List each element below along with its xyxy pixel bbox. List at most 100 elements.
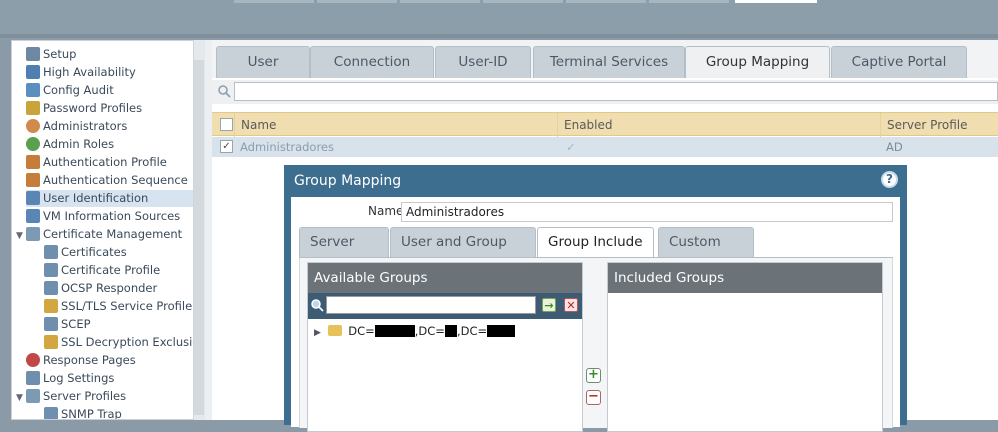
available-groups-search-input[interactable] bbox=[326, 296, 536, 314]
sidebar-item-certificates[interactable]: Certificates bbox=[44, 244, 127, 261]
chevron-right-icon[interactable]: ▶ bbox=[314, 328, 321, 338]
id-card-icon bbox=[26, 191, 40, 205]
tab-terminal-services-agents[interactable]: Terminal Services Agents bbox=[533, 46, 685, 100]
sidebar-item-authentication-sequence[interactable]: Authentication Sequence bbox=[26, 172, 188, 189]
sidebar-item-admin-roles[interactable]: Admin Roles bbox=[26, 136, 114, 153]
select-all-checkbox[interactable] bbox=[220, 118, 233, 131]
group-include-panel: Available Groups → ✕ ▶ DC= ,DC= ,DC= + −… bbox=[299, 258, 893, 432]
table-header: Name Enabled Server Profile bbox=[212, 112, 998, 137]
redacted-block bbox=[444, 325, 457, 337]
redacted-block bbox=[374, 325, 415, 337]
available-groups-header: Available Groups bbox=[308, 263, 582, 293]
snmp-icon bbox=[44, 407, 58, 419]
tab-connection-security[interactable]: Connection Security bbox=[310, 46, 434, 100]
column-header-server-profile[interactable]: Server Profile bbox=[880, 113, 998, 137]
name-input[interactable]: Administradores bbox=[401, 202, 893, 222]
row-name[interactable]: Administradores bbox=[234, 137, 334, 157]
top-nav-tab-active[interactable] bbox=[735, 0, 817, 3]
filter-row bbox=[212, 80, 998, 104]
audit-icon bbox=[26, 83, 40, 97]
search-icon bbox=[218, 85, 231, 98]
row-server-profile: AD bbox=[886, 140, 903, 154]
users-sequence-icon bbox=[26, 173, 40, 187]
chevron-down-icon[interactable]: ▼ bbox=[16, 390, 26, 407]
top-nav-tab[interactable] bbox=[483, 0, 563, 3]
tab-bar: User Mapping Connection Security User-ID… bbox=[212, 40, 998, 100]
tab-user-and-group-attributes[interactable]: User and Group Attributes bbox=[390, 227, 536, 278]
tab-group-mapping-settings[interactable]: Group Mapping Settings bbox=[685, 46, 830, 100]
remove-group-button[interactable]: − bbox=[586, 390, 601, 405]
table-row[interactable]: ✓ Administradores ✓ AD bbox=[212, 137, 998, 157]
tab-group-include-list[interactable]: Group Include List bbox=[537, 227, 654, 278]
available-groups-panel: Available Groups → ✕ ▶ DC= ,DC= ,DC= bbox=[307, 262, 583, 432]
sidebar-item-config-audit[interactable]: Config Audit bbox=[26, 82, 114, 99]
key-list-icon bbox=[26, 101, 40, 115]
monitor-icon bbox=[26, 209, 40, 223]
sidebar-item-setup[interactable]: Setup bbox=[26, 46, 76, 63]
sidebar-item-ocsp-responder[interactable]: OCSP Responder bbox=[44, 280, 157, 297]
sidebar-item-snmp-trap[interactable]: SNMP Trap bbox=[44, 406, 122, 419]
add-group-button[interactable]: + bbox=[586, 368, 601, 383]
sidebar-item-high-availability[interactable]: High Availability bbox=[26, 64, 136, 81]
lock-icon bbox=[44, 299, 58, 313]
sidebar-item-authentication-profile[interactable]: Authentication Profile bbox=[26, 154, 167, 171]
pane-splitter[interactable] bbox=[205, 40, 212, 420]
top-nav-tab[interactable] bbox=[566, 0, 646, 3]
row-enabled-check: ✓ bbox=[566, 140, 576, 154]
lock-icon bbox=[44, 335, 58, 349]
row-checkbox[interactable]: ✓ bbox=[220, 140, 233, 153]
users-icon bbox=[26, 155, 40, 169]
tab-captive-portal-settings[interactable]: Captive Portal Settings bbox=[831, 46, 967, 100]
tab-user-id-agents[interactable]: User-ID Agents bbox=[435, 46, 531, 100]
certificate-icon bbox=[44, 245, 58, 259]
name-label: Name bbox=[368, 204, 404, 218]
sidebar-item-certificate-management[interactable]: ▼ Certificate Management bbox=[16, 226, 182, 243]
tab-custom-group[interactable]: Custom Group bbox=[658, 227, 754, 278]
filter-input[interactable] bbox=[234, 82, 998, 101]
top-nav-tab[interactable] bbox=[317, 0, 397, 3]
sidebar: Setup High Availability Config Audit Pas… bbox=[11, 40, 205, 420]
user-check-icon bbox=[26, 137, 40, 151]
included-groups-panel: Included Groups bbox=[607, 262, 883, 432]
sidebar-item-user-identification[interactable]: User Identification bbox=[26, 190, 205, 207]
redacted-block bbox=[487, 325, 516, 337]
sidebar-item-scep[interactable]: SCEP bbox=[44, 316, 91, 333]
top-nav-tab[interactable] bbox=[234, 0, 314, 3]
dialog-body: Name Administradores Server Profile User… bbox=[291, 197, 900, 432]
tab-user-mapping[interactable]: User Mapping bbox=[216, 46, 310, 100]
sidebar-scrollbar-thumb[interactable] bbox=[194, 60, 204, 415]
ocsp-icon bbox=[44, 281, 58, 295]
user-icon bbox=[26, 119, 40, 133]
scep-icon bbox=[44, 317, 58, 331]
top-banner bbox=[0, 0, 998, 34]
servers-icon bbox=[26, 65, 40, 79]
sidebar-item-administrators[interactable]: Administrators bbox=[26, 118, 127, 135]
sidebar-item-server-profiles[interactable]: ▼ Server Profiles bbox=[16, 388, 126, 405]
sidebar-item-log-settings[interactable]: Log Settings bbox=[26, 370, 114, 387]
sidebar-item-ssl-decryption-exclusion[interactable]: SSL Decryption Exclusion bbox=[44, 334, 205, 351]
sidebar-item-certificate-profile[interactable]: Certificate Profile bbox=[44, 262, 160, 279]
go-arrow-icon[interactable]: → bbox=[542, 298, 556, 312]
column-header-name[interactable]: Name bbox=[234, 113, 557, 137]
folder-icon bbox=[327, 325, 342, 336]
gear-icon bbox=[26, 47, 40, 61]
chevron-down-icon[interactable]: ▼ bbox=[16, 228, 26, 245]
certificate-folder-icon bbox=[26, 227, 40, 241]
tree-item-domain[interactable]: ▶ DC= ,DC= ,DC= bbox=[314, 323, 516, 339]
sidebar-item-ssl-tls-service-profile[interactable]: SSL/TLS Service Profile bbox=[44, 298, 192, 315]
column-header-enabled[interactable]: Enabled bbox=[557, 113, 880, 137]
log-icon bbox=[26, 371, 40, 385]
no-entry-icon bbox=[26, 353, 40, 367]
sidebar-item-vm-information-sources[interactable]: VM Information Sources bbox=[26, 208, 180, 225]
certificate-profile-icon bbox=[44, 263, 58, 277]
tab-server-profile[interactable]: Server Profile bbox=[299, 227, 389, 278]
top-nav-tab[interactable] bbox=[400, 0, 480, 3]
top-nav-tab[interactable] bbox=[649, 0, 729, 3]
sidebar-item-password-profiles[interactable]: Password Profiles bbox=[26, 100, 142, 117]
clear-filter-icon[interactable]: ✕ bbox=[564, 298, 578, 312]
group-mapping-dialog: Group Mapping ? Name Administradores Ser… bbox=[284, 165, 907, 432]
help-icon[interactable]: ? bbox=[881, 171, 898, 188]
included-groups-header: Included Groups bbox=[608, 263, 882, 293]
server-folder-icon bbox=[26, 389, 40, 403]
sidebar-item-response-pages[interactable]: Response Pages bbox=[26, 352, 136, 369]
